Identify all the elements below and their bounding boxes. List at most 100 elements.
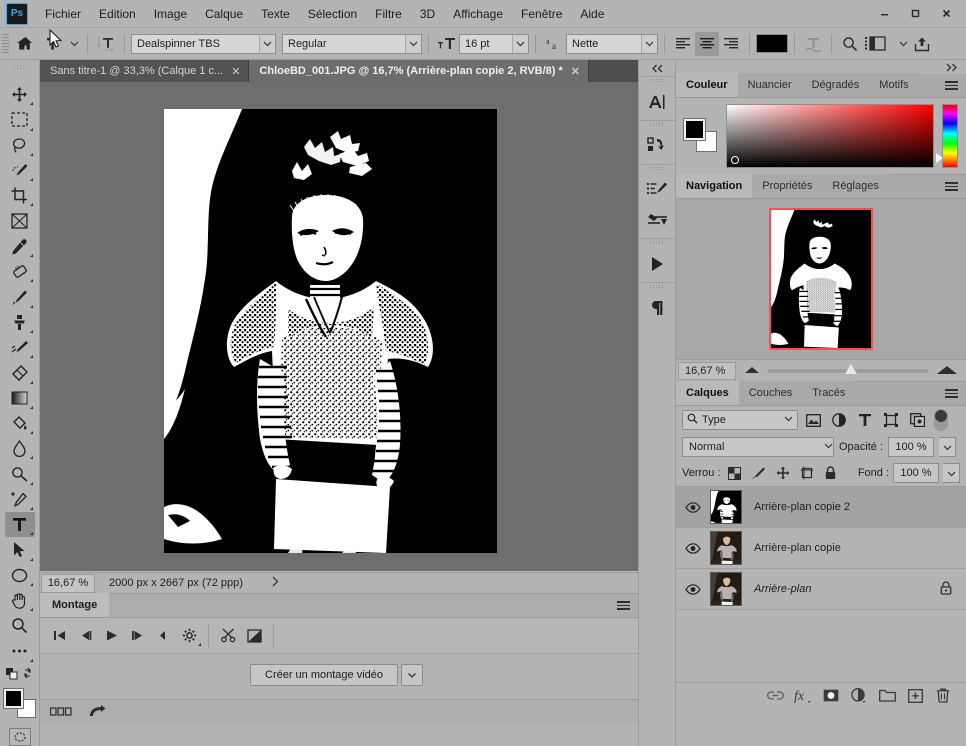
- hue-slider-marker[interactable]: [936, 153, 943, 163]
- home-icon[interactable]: [13, 32, 37, 56]
- brush-tool[interactable]: [5, 284, 35, 309]
- chevron-down-icon[interactable]: [401, 664, 424, 686]
- color-field[interactable]: [726, 104, 934, 168]
- layer-thumbnail[interactable]: [710, 531, 742, 565]
- opacity-value-field[interactable]: 100 %: [888, 437, 935, 457]
- foreground-color-swatch[interactable]: [683, 118, 706, 141]
- tab-couleur[interactable]: Couleur: [676, 73, 738, 97]
- filter-smart-objects-icon[interactable]: [906, 409, 928, 431]
- foreground-background-colors[interactable]: [2, 688, 36, 719]
- lock-all-icon[interactable]: [821, 463, 841, 483]
- paragraph-panel-icon[interactable]: [639, 293, 675, 323]
- document-canvas[interactable]: [164, 109, 497, 553]
- font-style-select[interactable]: Regular: [282, 33, 422, 54]
- layer-name[interactable]: Arrière-plan copie: [754, 542, 841, 554]
- document-tab-sans-titre-1[interactable]: Sans titre-1 @ 33,3% (Calque 1 c... ✕: [40, 60, 250, 82]
- panel-grip[interactable]: [650, 167, 664, 175]
- share-icon[interactable]: [910, 32, 934, 56]
- dodge-tool[interactable]: [5, 461, 35, 486]
- chevron-down-icon[interactable]: [784, 414, 793, 426]
- zoom-in-icon[interactable]: [936, 364, 958, 378]
- text-color-swatch[interactable]: [756, 34, 788, 53]
- minimize-button[interactable]: [869, 2, 900, 24]
- layer-visibility-toggle[interactable]: [676, 542, 710, 554]
- layer-style-fx-icon[interactable]: fx: [790, 685, 816, 707]
- toolbar-grip[interactable]: [14, 64, 26, 71]
- filter-adjustment-layers-icon[interactable]: [828, 409, 850, 431]
- brush-settings-panel-icon[interactable]: [639, 205, 675, 235]
- font-size-select[interactable]: 16 pt: [459, 33, 529, 54]
- frames-view-icon[interactable]: [50, 706, 72, 717]
- play-button[interactable]: [98, 624, 124, 648]
- double-chevron-right-icon[interactable]: [676, 60, 966, 74]
- document-tab-chloebd-001[interactable]: ChloeBD_001.JPG @ 16,7% (Arrière-plan co…: [249, 60, 589, 82]
- path-selection-tool[interactable]: [5, 537, 35, 562]
- align-center-icon[interactable]: [695, 31, 719, 56]
- new-layer-icon[interactable]: [902, 685, 928, 707]
- next-frame-button[interactable]: [124, 624, 150, 648]
- menu-fichier[interactable]: Fichier: [36, 4, 90, 24]
- chevron-down-icon[interactable]: [896, 32, 910, 56]
- new-group-icon[interactable]: [874, 685, 900, 707]
- chevron-down-icon[interactable]: [259, 34, 275, 53]
- new-adjustment-layer-icon[interactable]: [846, 685, 872, 707]
- layer-filter-type-select[interactable]: Type: [682, 410, 798, 430]
- history-brush-tool[interactable]: [5, 335, 35, 360]
- lock-transparency-icon[interactable]: [725, 463, 745, 483]
- tab-motifs[interactable]: Motifs: [869, 73, 919, 97]
- healing-brush-tool[interactable]: [5, 259, 35, 284]
- panel-menu-icon[interactable]: [945, 389, 958, 398]
- transition-button[interactable]: [241, 624, 267, 648]
- quick-mask-icon[interactable]: [8, 728, 31, 746]
- menu-selection[interactable]: Sélection: [299, 4, 366, 24]
- add-layer-mask-icon[interactable]: [818, 685, 844, 707]
- navigator-zoom-slider[interactable]: [736, 363, 966, 378]
- eraser-tool[interactable]: [5, 360, 35, 385]
- layer-thumbnail[interactable]: [710, 572, 742, 606]
- filter-pixel-layers-icon[interactable]: [802, 409, 824, 431]
- zoom-out-icon[interactable]: [744, 365, 760, 377]
- tab-montage[interactable]: Montage: [40, 593, 110, 617]
- type-tool-icon[interactable]: [37, 32, 67, 56]
- layer-name[interactable]: Arrière-plan copie 2: [754, 501, 850, 513]
- panel-grip[interactable]: [650, 79, 664, 87]
- pen-tool[interactable]: [5, 487, 35, 512]
- opacity-stepper-icon[interactable]: [939, 437, 957, 457]
- character-panel-icon[interactable]: [639, 87, 675, 117]
- chevron-right-icon[interactable]: [271, 576, 279, 590]
- type-tool[interactable]: [4, 512, 35, 538]
- canvas-area[interactable]: [40, 82, 638, 571]
- menu-texte[interactable]: Texte: [252, 4, 299, 24]
- tab-navigation[interactable]: Navigation: [676, 174, 753, 198]
- fill-value-field[interactable]: 100 %: [893, 463, 939, 483]
- chevron-down-icon[interactable]: [641, 34, 657, 53]
- lock-artboard-nesting-icon[interactable]: [797, 463, 817, 483]
- brush-presets-panel-icon[interactable]: [639, 175, 675, 205]
- navigator-zoom-field[interactable]: 16,67 %: [678, 361, 736, 380]
- settings-button[interactable]: [176, 624, 202, 648]
- create-video-timeline-button[interactable]: Créer un montage vidéo: [250, 664, 399, 686]
- lasso-tool[interactable]: [5, 133, 35, 158]
- align-left-icon[interactable]: [671, 32, 695, 56]
- chevron-down-icon[interactable]: [405, 34, 421, 53]
- blend-mode-select[interactable]: Normal: [682, 437, 834, 457]
- paint-bucket-tool[interactable]: [5, 411, 35, 436]
- options-bar-grip[interactable]: [2, 33, 9, 54]
- history-panel-icon[interactable]: [639, 131, 675, 161]
- clone-stamp-tool[interactable]: [5, 310, 35, 335]
- navigator-thumbnail[interactable]: [769, 208, 873, 350]
- panel-menu-icon[interactable]: [945, 182, 958, 191]
- tab-proprietes[interactable]: Propriétés: [752, 174, 823, 198]
- menu-filtre[interactable]: Filtre: [366, 4, 411, 24]
- chevron-down-icon[interactable]: [512, 34, 528, 53]
- layer-thumbnail[interactable]: [710, 490, 742, 524]
- blur-tool[interactable]: [5, 436, 35, 461]
- align-right-icon[interactable]: [719, 32, 743, 56]
- table-row[interactable]: Arrière-plan: [676, 569, 966, 610]
- filter-enable-toggle[interactable]: [934, 409, 948, 431]
- move-tool[interactable]: [5, 82, 35, 107]
- panel-grip[interactable]: [650, 241, 664, 249]
- filter-type-layers-icon[interactable]: [854, 409, 876, 431]
- warp-text-icon[interactable]: [801, 32, 825, 56]
- filter-shape-layers-icon[interactable]: [880, 409, 902, 431]
